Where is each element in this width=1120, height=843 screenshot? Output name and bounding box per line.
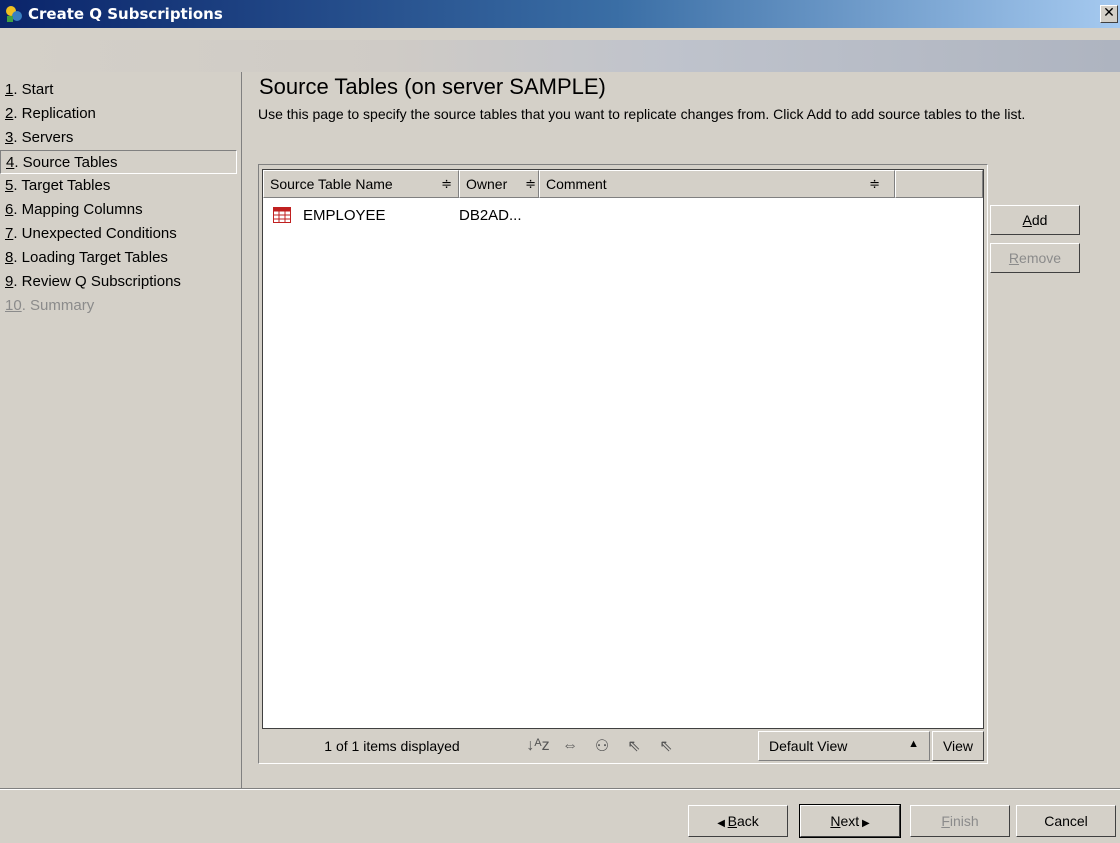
deselect-all-icon[interactable]: ⇖ xyxy=(650,732,682,760)
column-owner[interactable]: Owner ≑ xyxy=(459,170,539,198)
filter-icon[interactable]: ⇔ xyxy=(554,732,586,760)
step-start[interactable]: 1. Start xyxy=(0,78,241,102)
find-binoculars-icon[interactable]: ⚇ xyxy=(586,732,618,760)
back-button[interactable]: ◀ Back xyxy=(688,805,788,837)
banner-strip xyxy=(0,40,1120,72)
step-target-tables[interactable]: 5. Target Tables xyxy=(0,174,241,198)
table-status-bar: 1 of 1 items displayed ↓ᴬz ⇔ ⚇ ⇖ ⇖ Defau… xyxy=(262,731,984,761)
app-icon xyxy=(6,6,22,22)
column-filler xyxy=(895,170,983,198)
view-button[interactable]: View xyxy=(932,731,984,761)
step-replication[interactable]: 2. Replication xyxy=(0,102,241,126)
wizard-footer: ◀ Back Next ▶ Finish Cancel xyxy=(0,788,1120,843)
title-bar: Create Q Subscriptions ✕ xyxy=(0,0,1120,28)
chevron-right-icon: ▶ xyxy=(859,818,870,829)
cell-table-name: EMPLOYEE xyxy=(303,206,386,224)
cell-owner: DB2AD... xyxy=(459,206,522,224)
column-source-table-name[interactable]: Source Table Name ≑ xyxy=(263,170,459,198)
sort-icon: ≑ xyxy=(525,176,536,191)
step-summary: 10. Summary xyxy=(5,297,95,314)
cancel-button[interactable]: Cancel xyxy=(1016,805,1116,837)
sort-icon: ≑ xyxy=(441,176,452,191)
step-source-tables[interactable]: 4. Source Tables xyxy=(0,150,237,174)
sort-az-icon[interactable]: ↓ᴬz xyxy=(522,732,554,760)
step-servers[interactable]: 3. Servers xyxy=(0,126,241,150)
add-button[interactable]: Add xyxy=(990,205,1080,235)
table-view: Source Table Name ≑ Owner ≑ Comment ≑ EM… xyxy=(262,169,984,729)
sort-icon: ≑ xyxy=(869,176,880,191)
chevron-up-icon: ▲ xyxy=(908,738,919,750)
select-all-icon[interactable]: ⇖ xyxy=(618,732,650,760)
finish-button: Finish xyxy=(910,805,1010,837)
main-panel: Source Tables (on server SAMPLE) Use thi… xyxy=(250,72,1120,788)
column-comment[interactable]: Comment ≑ xyxy=(539,170,895,198)
table-icon xyxy=(273,207,291,223)
item-count: 1 of 1 items displayed xyxy=(324,738,460,754)
view-select[interactable]: Default View ▲ xyxy=(758,731,930,761)
remove-button: Remove xyxy=(990,243,1080,273)
step-unexpected-conditions[interactable]: 7. Unexpected Conditions xyxy=(0,222,241,246)
next-button[interactable]: Next ▶ xyxy=(799,804,901,838)
banner xyxy=(0,28,1120,72)
step-review-q-subscriptions[interactable]: 9. Review Q Subscriptions xyxy=(0,270,241,294)
chevron-left-icon: ◀ xyxy=(717,818,728,829)
step-mapping-columns[interactable]: 6. Mapping Columns xyxy=(0,198,241,222)
window-title: Create Q Subscriptions xyxy=(28,5,223,23)
step-loading-target-tables[interactable]: 8. Loading Target Tables xyxy=(0,246,241,270)
close-button[interactable]: ✕ xyxy=(1100,5,1118,23)
table-body: EMPLOYEE DB2AD... xyxy=(263,202,983,228)
source-tables-list: Source Table Name ≑ Owner ≑ Comment ≑ EM… xyxy=(258,164,988,764)
page-description: Use this page to specify the source tabl… xyxy=(258,106,1026,122)
wizard-steps-sidebar: 1. Start 2. Replication 3. Servers 4. So… xyxy=(0,72,242,788)
page-title: Source Tables (on server SAMPLE) xyxy=(259,74,606,99)
table-header: Source Table Name ≑ Owner ≑ Comment ≑ xyxy=(263,170,983,198)
table-row[interactable]: EMPLOYEE DB2AD... xyxy=(263,202,983,228)
